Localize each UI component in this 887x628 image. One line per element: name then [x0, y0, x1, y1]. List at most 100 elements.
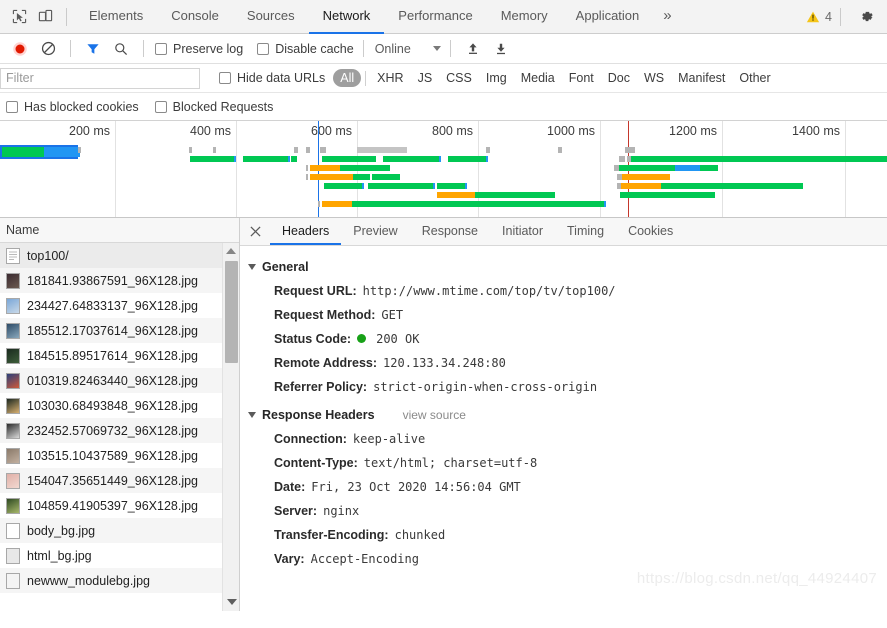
request-row[interactable]: 103030.68493848_96X128.jpg: [0, 393, 239, 418]
timeline-bar[interactable]: [306, 165, 308, 171]
timeline-bar[interactable]: [617, 183, 665, 189]
hide-data-urls-checkbox[interactable]: Hide data URLs: [219, 71, 325, 85]
view-source-link[interactable]: view source: [403, 408, 466, 422]
timeline-bar[interactable]: [627, 156, 887, 162]
timeline-bar[interactable]: [294, 147, 298, 153]
preserve-log-checkbox[interactable]: Preserve log: [155, 42, 243, 56]
timeline-bar[interactable]: [383, 156, 441, 162]
request-row[interactable]: 232452.57069732_96X128.jpg: [0, 418, 239, 443]
filter-type-other[interactable]: Other: [732, 69, 777, 87]
tab-application[interactable]: Application: [562, 0, 654, 34]
tab-memory[interactable]: Memory: [487, 0, 562, 34]
request-row[interactable]: 234427.64833137_96X128.jpg: [0, 293, 239, 318]
detail-tab-response[interactable]: Response: [410, 218, 490, 245]
blocked-requests-checkbox[interactable]: Blocked Requests: [154, 100, 273, 114]
timeline-selected-bar[interactable]: [0, 145, 80, 159]
filter-input[interactable]: [6, 71, 194, 85]
request-row[interactable]: 185512.17037614_96X128.jpg: [0, 318, 239, 343]
request-row[interactable]: 103515.10437589_96X128.jpg: [0, 443, 239, 468]
throttling-select[interactable]: Online: [375, 42, 411, 56]
filter-input-wrapper[interactable]: [0, 67, 200, 89]
filter-type-img[interactable]: Img: [479, 69, 514, 87]
warning-badge[interactable]: 4: [806, 10, 832, 24]
request-row[interactable]: body_bg.jpg: [0, 518, 239, 543]
disable-cache-checkbox[interactable]: Disable cache: [257, 42, 354, 56]
filter-type-media[interactable]: Media: [514, 69, 562, 87]
timeline-bar[interactable]: [322, 156, 376, 162]
request-row[interactable]: 154047.35651449_96X128.jpg: [0, 468, 239, 493]
inspect-cursor-icon[interactable]: [6, 4, 32, 30]
filter-type-css[interactable]: CSS: [439, 69, 479, 87]
filter-type-doc[interactable]: Doc: [601, 69, 637, 87]
detail-tab-initiator[interactable]: Initiator: [490, 218, 555, 245]
timeline-bar[interactable]: [78, 147, 81, 153]
timeline-bar[interactable]: [310, 165, 390, 171]
close-icon[interactable]: [240, 218, 270, 245]
timeline-bar[interactable]: [619, 156, 625, 162]
record-circle-icon[interactable]: [7, 36, 33, 62]
tab-console[interactable]: Console: [157, 0, 233, 34]
filter-type-font[interactable]: Font: [562, 69, 601, 87]
download-arrow-icon[interactable]: [488, 36, 514, 62]
device-toggle-icon[interactable]: [32, 4, 58, 30]
general-section-header[interactable]: General: [240, 255, 887, 279]
timeline-bar[interactable]: [320, 147, 326, 153]
timeline-bar[interactable]: [306, 174, 308, 180]
timeline-bar[interactable]: [385, 183, 435, 189]
request-list-scrollbar[interactable]: [222, 243, 239, 611]
search-magnifier-icon[interactable]: [108, 36, 134, 62]
has-blocked-cookies-checkbox[interactable]: Has blocked cookies: [6, 100, 139, 114]
response-headers-section-header[interactable]: Response Headers view source: [240, 403, 887, 427]
timeline-bar[interactable]: [189, 147, 192, 153]
timeline-bar[interactable]: [663, 183, 803, 189]
detail-tab-preview[interactable]: Preview: [341, 218, 409, 245]
filter-type-js[interactable]: JS: [411, 69, 440, 87]
timeline-bar[interactable]: [448, 156, 488, 162]
timeline-bar[interactable]: [437, 192, 555, 198]
request-row[interactable]: 010319.82463440_96X128.jpg: [0, 368, 239, 393]
timeline-bar[interactable]: [620, 192, 715, 198]
chevron-down-icon[interactable]: [432, 46, 441, 51]
timeline-bar[interactable]: [318, 201, 320, 207]
detail-tab-timing[interactable]: Timing: [555, 218, 616, 245]
tab-network[interactable]: Network: [308, 0, 385, 34]
tab-elements[interactable]: Elements: [75, 0, 157, 34]
request-list-header[interactable]: Name: [0, 218, 239, 243]
request-row[interactable]: html_bg.jpg: [0, 543, 239, 568]
timeline-bar[interactable]: [324, 183, 364, 189]
gear-icon[interactable]: [853, 4, 879, 30]
more-panels-button[interactable]: »: [653, 0, 681, 34]
timeline-bar[interactable]: [486, 147, 490, 153]
timeline-bar[interactable]: [306, 147, 310, 153]
timeline-bar[interactable]: [625, 147, 635, 153]
funnel-filter-icon[interactable]: [80, 36, 106, 62]
timeline-bar[interactable]: [213, 147, 216, 153]
filter-type-xhr[interactable]: XHR: [370, 69, 410, 87]
timeline-bar[interactable]: [437, 183, 467, 189]
tab-performance[interactable]: Performance: [384, 0, 486, 34]
filter-type-manifest[interactable]: Manifest: [671, 69, 732, 87]
timeline-bar[interactable]: [558, 147, 562, 153]
timeline-bar[interactable]: [357, 147, 407, 153]
timeline-bar[interactable]: [322, 201, 366, 207]
upload-arrow-icon[interactable]: [460, 36, 486, 62]
scrollbar-thumb[interactable]: [225, 261, 238, 363]
clear-prohibited-icon[interactable]: [35, 36, 61, 62]
timeline-bar[interactable]: [243, 156, 290, 162]
network-overview-timeline[interactable]: 200 ms 400 ms 600 ms 800 ms 1000 ms 1200 ms 14…: [0, 121, 887, 218]
timeline-bar[interactable]: [310, 174, 370, 180]
filter-type-ws[interactable]: WS: [637, 69, 671, 87]
timeline-bar[interactable]: [291, 156, 297, 162]
request-row[interactable]: 184515.89517614_96X128.jpg: [0, 343, 239, 368]
request-row[interactable]: 104859.41905397_96X128.jpg: [0, 493, 239, 518]
timeline-bar[interactable]: [366, 201, 606, 207]
request-row[interactable]: 181841.93867591_96X128.jpg: [0, 268, 239, 293]
timeline-bar[interactable]: [615, 165, 720, 171]
timeline-bar[interactable]: [372, 174, 400, 180]
timeline-bar[interactable]: [617, 174, 670, 180]
filter-type-all[interactable]: All: [333, 69, 362, 87]
scroll-down-arrow-icon[interactable]: [223, 594, 240, 609]
tab-sources[interactable]: Sources: [233, 0, 309, 34]
detail-tab-headers[interactable]: Headers: [270, 218, 342, 245]
request-row[interactable]: newww_modulebg.jpg: [0, 568, 239, 593]
